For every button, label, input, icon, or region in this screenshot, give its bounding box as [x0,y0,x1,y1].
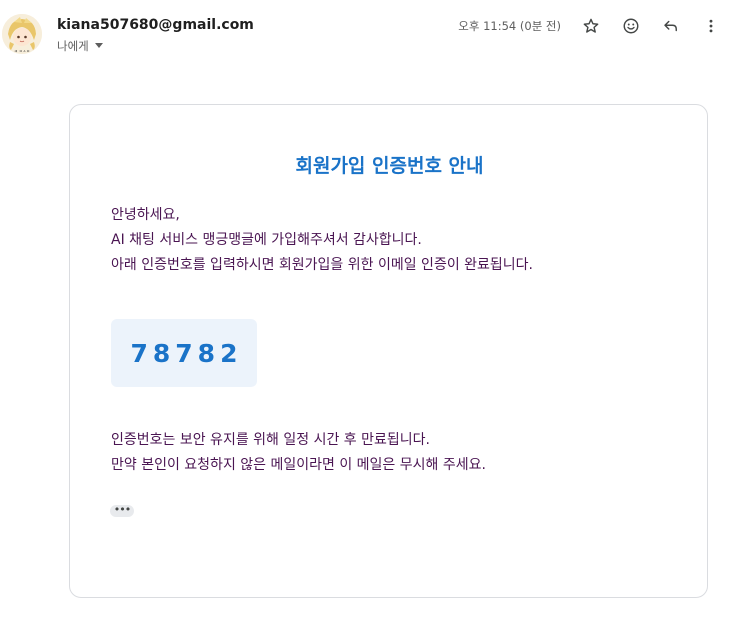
verification-code-box: 78782 [111,319,257,387]
intro-paragraph: 안녕하세요, AI 채팅 서비스 맹긍맹글에 가입해주셔서 감사합니다. 아래 … [111,203,533,278]
avatar-illustration: ㅋ ㅇㅅㅇ [2,14,42,54]
reply-button[interactable] [659,14,683,38]
sender-email: kiana507680@gmail.com [57,17,254,33]
star-icon [583,18,599,33]
star-button[interactable] [579,14,603,38]
caret-down-icon [94,43,103,48]
sender-avatar[interactable]: ㅋ ㅇㅅㅇ [2,14,42,54]
emoji-icon [623,18,639,34]
ellipsis-icon: ••• [113,502,131,516]
reply-icon [664,20,677,32]
recipient-label: 나에게 [57,39,89,53]
svg-text:ㅋ ㅇㅅㅇ: ㅋ ㅇㅅㅇ [14,49,30,54]
notice-paragraph: 인증번호는 보안 유지를 위해 일정 시간 후 만료됩니다. 만약 본인이 요청… [111,428,486,478]
greeting-line: 안녕하세요, [111,207,180,223]
instruction-line: 아래 인증번호를 입력하시면 회원가입을 위한 이메일 인증이 완료됩니다. [111,257,533,273]
email-body-card: 회원가입 인증번호 안내 안녕하세요, AI 채팅 서비스 맹긍맹글에 가입해주… [69,104,708,598]
emoji-reaction-button[interactable] [619,14,643,38]
more-options-button[interactable] [699,14,723,38]
email-header: ㅋ ㅇㅅㅇ kiana507680@gmail.com 나에게 오후 11:54… [0,0,735,70]
email-timestamp: 오후 11:54 (0분 전) [458,19,561,33]
ignore-line: 만약 본인이 요청하지 않은 메일이라면 이 메일은 무시해 주세요. [111,457,486,473]
email-title: 회원가입 인증번호 안내 [295,155,484,177]
intro-line: AI 채팅 서비스 맹긍맹글에 가입해주셔서 감사합니다. [111,232,422,248]
verification-code[interactable]: 78782 [131,339,243,368]
more-vert-icon [709,19,713,33]
recipient-dropdown[interactable]: 나에게 [57,38,103,54]
show-trimmed-content-button[interactable]: ••• [110,502,134,517]
expiry-line: 인증번호는 보안 유지를 위해 일정 시간 후 만료됩니다. [111,432,430,448]
